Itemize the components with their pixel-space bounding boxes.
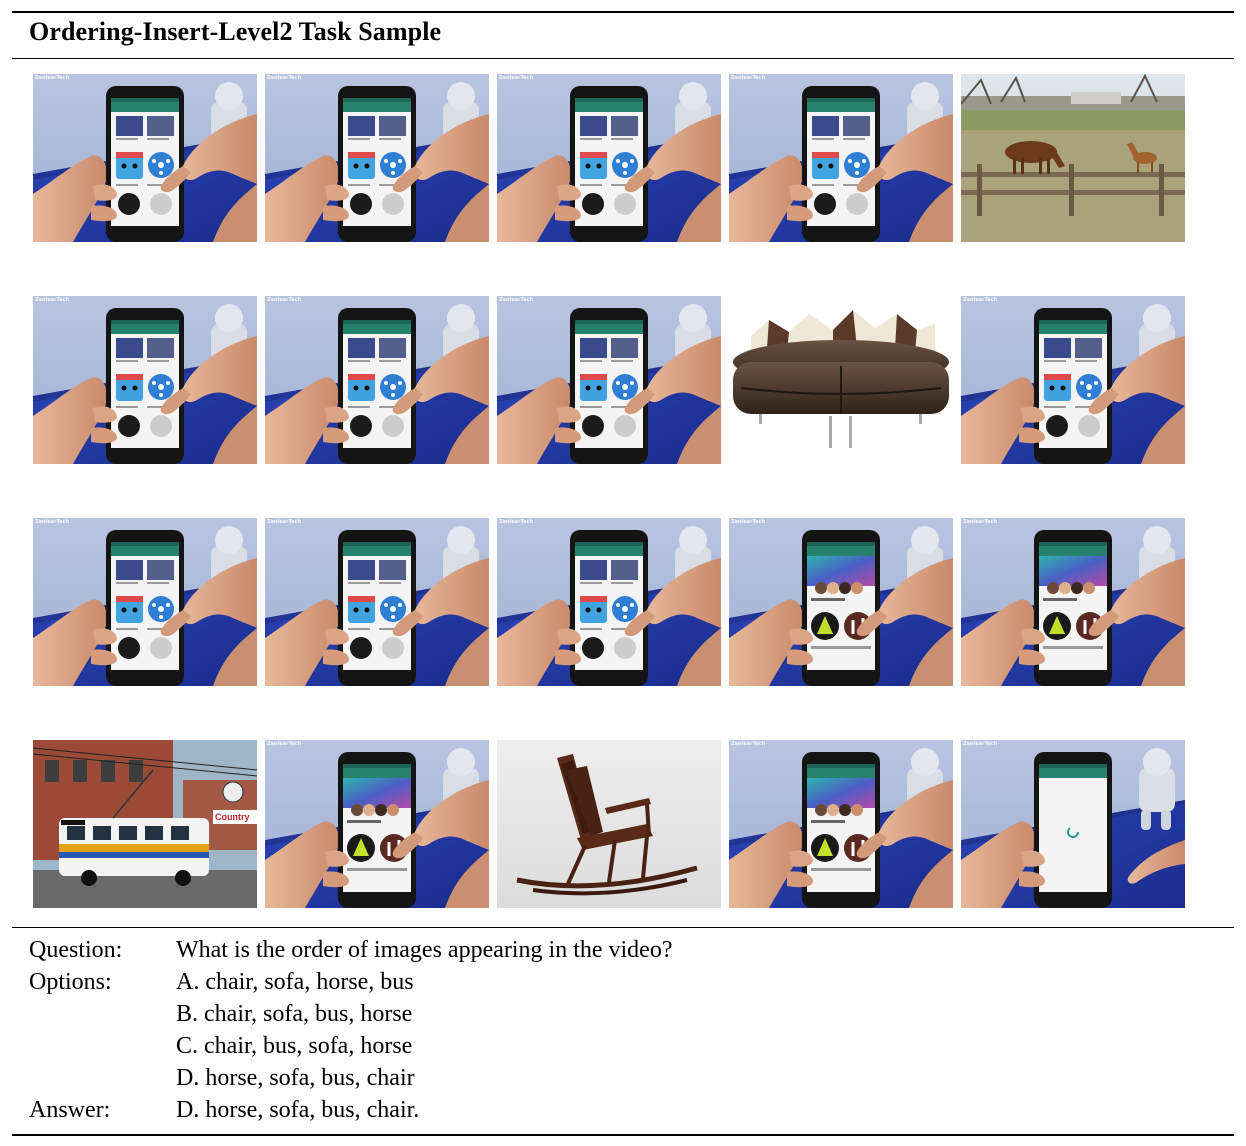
- video-frame-phone-tap: ZanlearTech: [497, 74, 721, 242]
- watermark-label: ZanlearTech: [499, 519, 534, 525]
- title-rule: [12, 58, 1234, 59]
- video-frame-phone-tap: ZanlearTech: [729, 74, 953, 242]
- bottom-rule: [12, 1134, 1234, 1136]
- watermark-label: ZanlearTech: [35, 75, 70, 81]
- video-frame-phone-tap: ZanlearTech: [33, 296, 257, 464]
- video-frame-phone-tap: ZanlearTech: [497, 518, 721, 686]
- video-frame-bus: Country: [33, 740, 257, 908]
- video-frame-phone-tap: ZanlearTech: [33, 74, 257, 242]
- watermark-label: ZanlearTech: [499, 297, 534, 303]
- video-frame-phone-tap: ZanlearTech: [265, 296, 489, 464]
- video-frame-phone-playstore: ZanlearTech: [729, 740, 953, 908]
- grid-rule: [12, 927, 1234, 928]
- option-b: B. chair, sofa, bus, horse: [176, 1001, 413, 1027]
- video-frame-rocking-chair: [497, 740, 721, 908]
- video-frame-phone-tap: ZanlearTech: [961, 296, 1185, 464]
- watermark-label: ZanlearTech: [731, 741, 766, 747]
- question-text: What is the order of images appearing in…: [176, 937, 673, 963]
- watermark-label: ZanlearTech: [963, 741, 998, 747]
- answer-text: D. horse, sofa, bus, chair.: [176, 1097, 420, 1123]
- options-label: Options:: [29, 969, 112, 995]
- option-c: C. chair, bus, sofa, horse: [176, 1033, 413, 1059]
- video-frame-phone-loading: ZanlearTech: [961, 740, 1185, 908]
- video-frame-phone-tap: ZanlearTech: [33, 518, 257, 686]
- watermark-label: ZanlearTech: [267, 741, 302, 747]
- video-frame-phone-tap: ZanlearTech: [497, 296, 721, 464]
- watermark-label: ZanlearTech: [731, 519, 766, 525]
- question-label: Question:: [29, 937, 123, 963]
- watermark-label: ZanlearTech: [267, 297, 302, 303]
- option-a: A. chair, sofa, horse, bus: [176, 969, 414, 995]
- video-frame-phone-playstore: ZanlearTech: [961, 518, 1185, 686]
- video-frame-phone-playstore: ZanlearTech: [265, 740, 489, 908]
- bus-shop-sign: Country: [215, 812, 250, 822]
- video-frame-sofa: [729, 296, 953, 464]
- table-title: Ordering-Insert-Level2 Task Sample: [29, 17, 442, 46]
- watermark-label: ZanlearTech: [267, 519, 302, 525]
- watermark-label: ZanlearTech: [267, 75, 302, 81]
- watermark-label: ZanlearTech: [35, 297, 70, 303]
- video-frame-horse: [961, 74, 1185, 242]
- watermark-label: ZanlearTech: [731, 75, 766, 81]
- watermark-label: ZanlearTech: [35, 519, 70, 525]
- top-rule: [12, 11, 1234, 13]
- video-frame-phone-playstore: ZanlearTech: [729, 518, 953, 686]
- watermark-label: ZanlearTech: [499, 75, 534, 81]
- watermark-label: ZanlearTech: [963, 519, 998, 525]
- option-d: D. horse, sofa, bus, chair: [176, 1065, 415, 1091]
- video-frame-phone-tap: ZanlearTech: [265, 518, 489, 686]
- watermark-label: ZanlearTech: [963, 297, 998, 303]
- answer-label: Answer:: [29, 1097, 111, 1123]
- video-frame-phone-tap: ZanlearTech: [265, 74, 489, 242]
